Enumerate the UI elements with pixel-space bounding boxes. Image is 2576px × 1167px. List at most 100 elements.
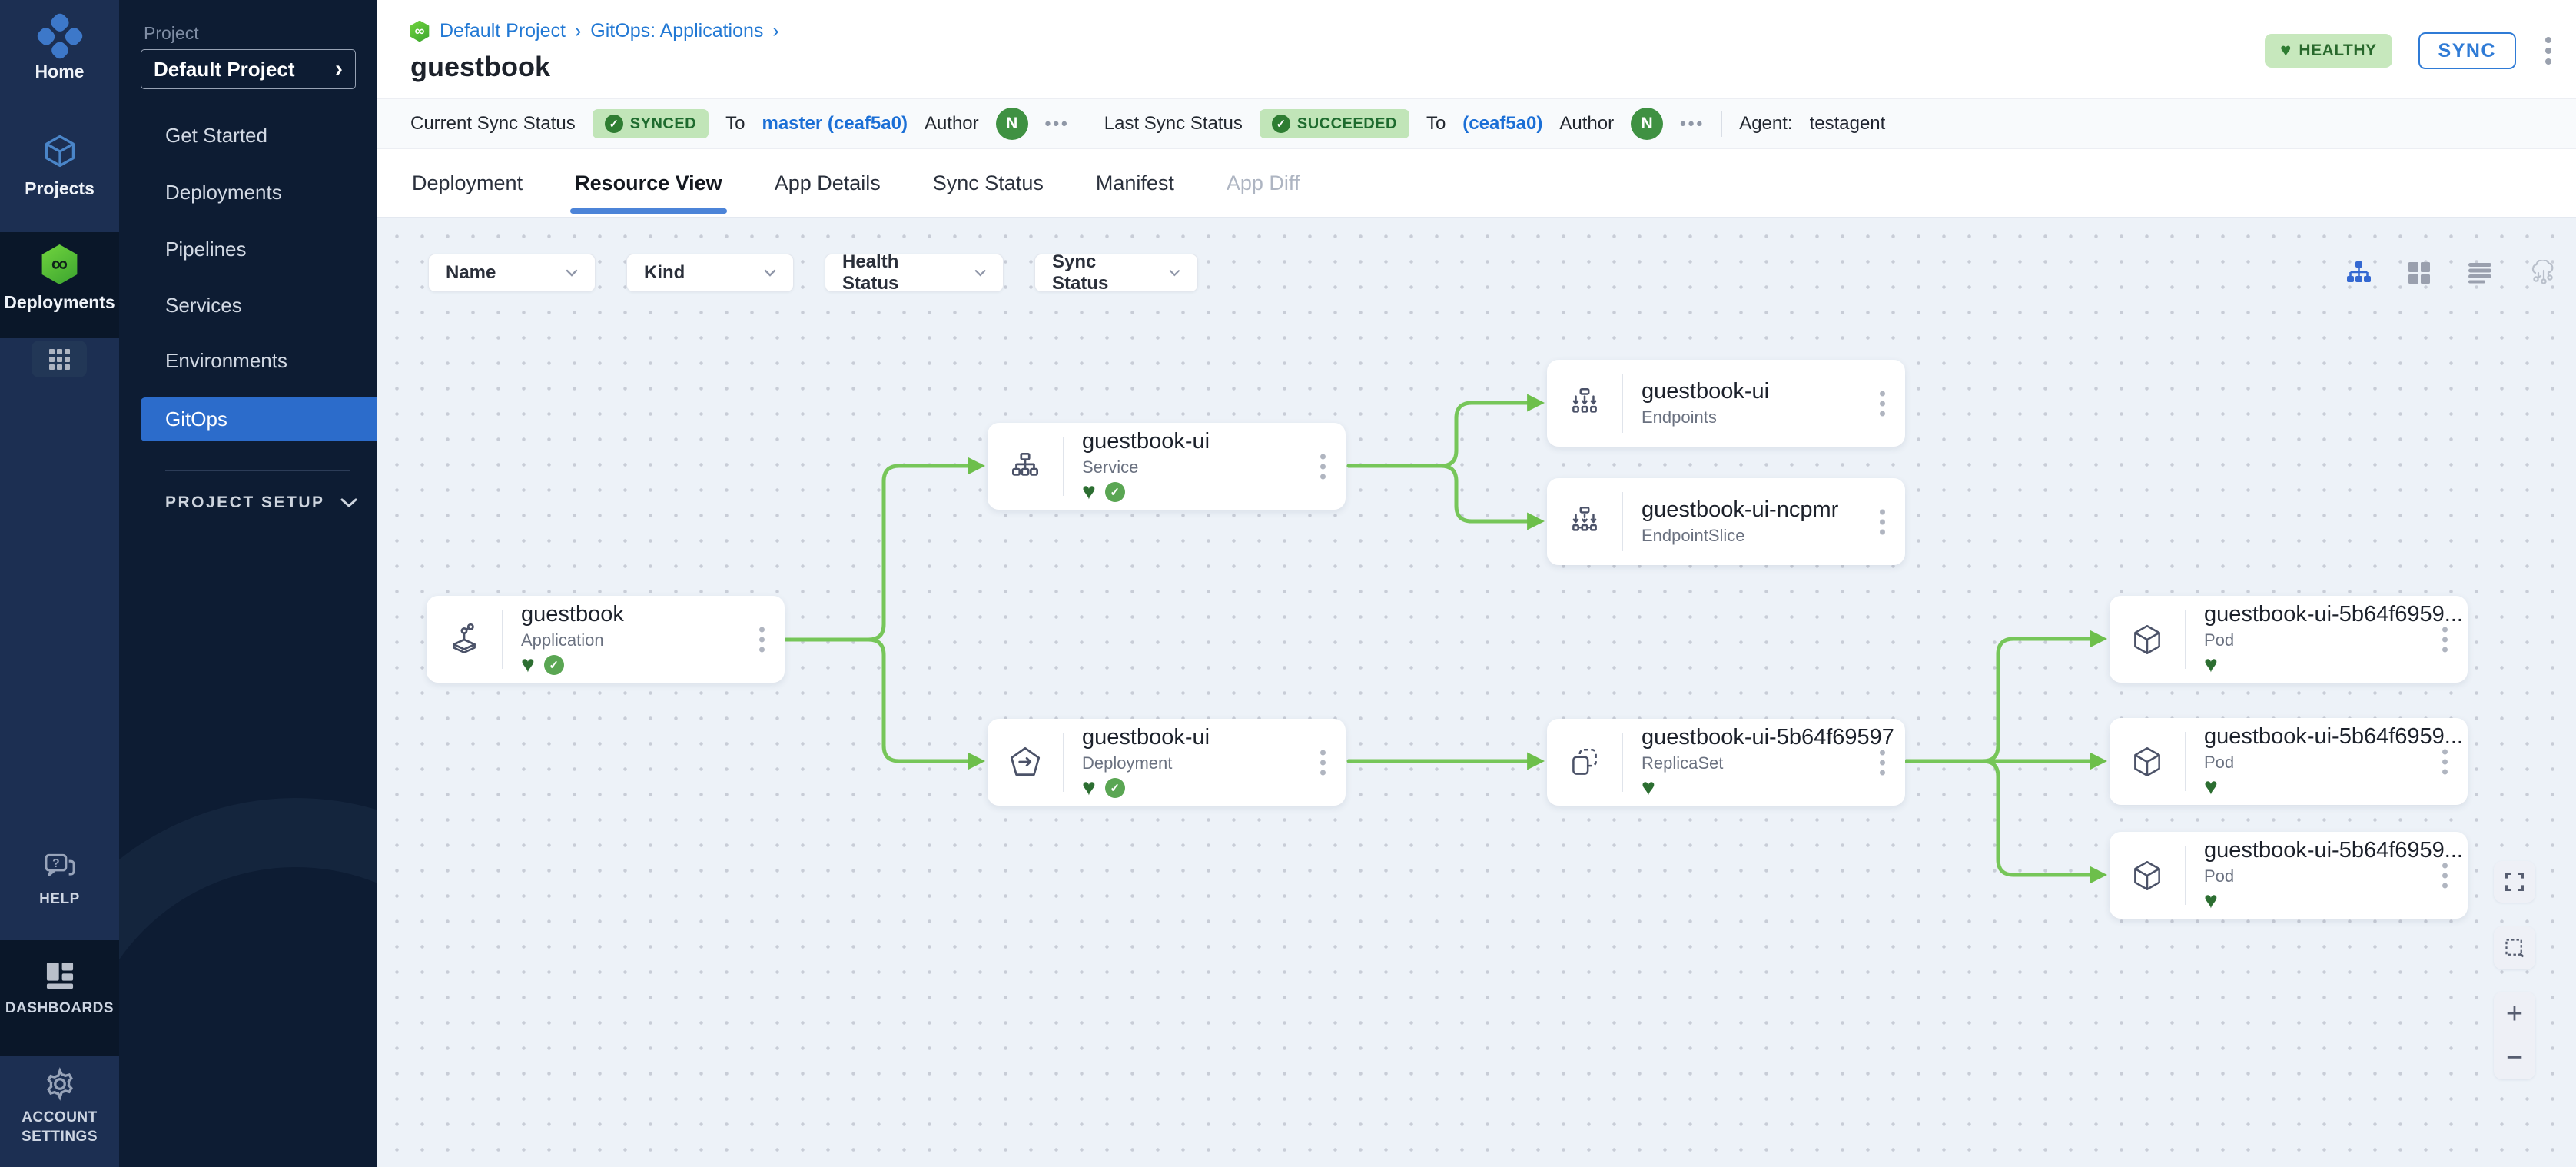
synced-badge-label: SYNCED [630,115,696,133]
node-card-pod-1[interactable]: guestbook-ui-5b64f6959... Pod ♥ [2110,596,2468,683]
node-menu-button[interactable] [1877,387,1888,419]
list-view-icon[interactable] [2467,261,2493,284]
health-heart-icon: ♥ [1642,776,1655,800]
rail-item-deployments[interactable]: ∞ Deployments [0,244,119,313]
more-commit-info-button[interactable]: ••• [1045,114,1070,134]
tab-sync-status[interactable]: Sync Status [933,149,1044,217]
help-chat-icon: ? [43,852,77,883]
divider [1721,111,1722,137]
tree-view-icon[interactable] [2345,261,2372,285]
node-menu-button[interactable] [1877,746,1888,778]
chevron-down-icon [340,498,357,507]
rail-home-label: Home [35,62,85,82]
panel-item-gitops[interactable]: GitOps [141,397,377,441]
synced-check-icon: ✓ [544,655,564,675]
panel-divider [165,470,350,471]
panel-item-pipelines[interactable]: Pipelines [119,228,377,271]
node-menu-button[interactable] [2439,859,2451,891]
tab-resource-view[interactable]: Resource View [575,149,722,217]
node-card-pod-3[interactable]: guestbook-ui-5b64f6959... Pod ♥ [2110,832,2468,919]
box-select-button[interactable] [2494,926,2535,969]
rail-item-home[interactable]: Home [0,18,119,82]
tab-deployment[interactable]: Deployment [412,149,523,217]
node-menu-button[interactable] [1317,746,1329,778]
endpoints-icon [1547,360,1622,447]
zoom-out-button[interactable]: − [2494,1036,2535,1079]
tab-app-details[interactable]: App Details [775,149,881,217]
nav-rail: Home Projects ∞ Deployments ? HELP DASHB… [0,0,119,1167]
rail-dashboards-label: DASHBOARDS [5,999,114,1019]
node-card-endpoints-guestbook-ui[interactable]: guestbook-ui Endpoints [1547,360,1905,447]
rail-item-account-settings[interactable]: ACCOUNT SETTINGS [0,1067,119,1146]
fit-to-screen-button[interactable] [2494,861,2535,903]
node-card-pod-2[interactable]: guestbook-ui-5b64f6959... Pod ♥ [2110,718,2468,805]
more-commit-info-button[interactable]: ••• [1680,114,1705,134]
rail-item-projects[interactable]: Projects [0,132,119,199]
dashboards-icon [44,959,76,992]
filter-name[interactable]: Name [428,254,596,292]
node-card-service-guestbook-ui[interactable]: guestbook-ui Service ♥✓ [988,423,1346,510]
project-setup-toggle[interactable]: PROJECT SETUP [165,494,357,512]
check-circle-icon: ✓ [1272,115,1290,133]
filter-bar: Name Kind Health Status Sync Status [428,254,1198,292]
chevron-right-icon: › [335,58,343,81]
app-menu-button[interactable] [2542,34,2554,68]
node-menu-button[interactable] [2439,746,2451,777]
panel-item-get-started[interactable]: Get Started [119,114,377,158]
node-menu-button[interactable] [1877,506,1888,537]
resource-tree-canvas[interactable]: Name Kind Health Status Sync Status gues… [377,218,2576,1167]
zoom-control-group: + − [2494,992,2535,1079]
svg-text:?: ? [52,857,59,870]
breadcrumb-section-link[interactable]: GitOps: Applications [590,20,763,42]
node-card-endpointslice-guestbook-ui-ncpmr[interactable]: guestbook-ui-ncpmr EndpointSlice [1547,478,1905,565]
pod-icon [2110,832,2185,919]
succeeded-badge-label: SUCCEEDED [1297,115,1397,133]
node-kind: Service [1082,457,1346,477]
panel-item-deployments[interactable]: Deployments [119,171,377,214]
card-view-icon[interactable] [2407,261,2432,285]
breadcrumb-separator: › [575,20,581,42]
main-content: ∞ Default Project › GitOps: Applications… [377,0,2576,1167]
node-card-deployment-guestbook-ui[interactable]: guestbook-ui Deployment ♥✓ [988,719,1346,806]
project-selector[interactable]: Default Project › [141,49,356,89]
rail-item-dashboards[interactable]: DASHBOARDS [0,959,119,1019]
synced-badge: ✓ SYNCED [593,109,709,138]
sync-button[interactable]: SYNC [2418,32,2516,69]
filter-kind[interactable]: Kind [626,254,794,292]
node-menu-button[interactable] [2439,623,2451,655]
node-card-application-guestbook[interactable]: guestbook Application ♥✓ [427,596,785,683]
project-panel: Project Default Project › Get Started De… [119,0,377,1167]
node-card-replicaset-guestbook-ui-5b64f69597[interactable]: guestbook-ui-5b64f69597 ReplicaSet ♥ [1547,719,1905,806]
zoom-in-button[interactable]: + [2494,992,2535,1036]
filter-sync-status[interactable]: Sync Status [1034,254,1198,292]
breadcrumb-project-link[interactable]: Default Project [440,20,566,42]
node-kind: Endpoints [1642,407,1905,427]
last-revision-link[interactable]: (ceaf5a0) [1462,113,1542,135]
deployment-icon [988,719,1063,806]
project-selector-value: Default Project [154,58,295,81]
panel-item-environments[interactable]: Environments [119,339,377,383]
node-kind: Application [521,630,785,650]
tab-manifest[interactable]: Manifest [1096,149,1174,217]
network-view-icon[interactable] [2528,260,2556,286]
panel-item-services[interactable]: Services [119,284,377,327]
filter-health-status[interactable]: Health Status [825,254,1004,292]
node-menu-button[interactable] [756,623,768,655]
chevron-down-icon [566,269,578,277]
current-revision-link[interactable]: master (ceaf5a0) [762,113,907,135]
breadcrumb-separator: › [772,20,778,42]
health-heart-icon: ♥ [1082,480,1096,504]
application-icon [427,596,502,683]
node-name: guestbook [521,602,785,627]
module-picker-button[interactable] [32,341,87,377]
chevron-down-icon [764,269,776,277]
node-menu-button[interactable] [1317,451,1329,482]
view-toggle-group [2345,260,2556,286]
breadcrumb: ∞ Default Project › GitOps: Applications… [409,20,779,42]
rail-account-settings-label: ACCOUNT SETTINGS [10,1109,110,1146]
rail-item-help[interactable]: ? HELP [0,852,119,909]
node-kind: Pod [2204,866,2468,886]
fit-screen-icon [2504,871,2525,893]
chevron-down-icon [1169,269,1180,277]
health-heart-icon: ♥ [2204,653,2218,677]
